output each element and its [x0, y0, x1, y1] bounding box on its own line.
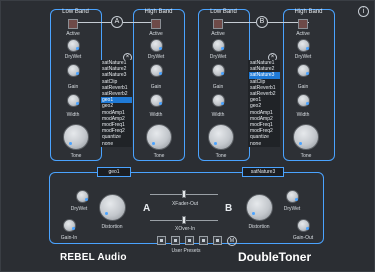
drywet-label: DryWet	[147, 54, 165, 60]
active-label: Active	[66, 31, 80, 37]
link-line-a-left	[76, 22, 111, 23]
gain-label: Gain	[212, 84, 224, 90]
gain-knob-a-low[interactable]	[67, 64, 80, 77]
preset-display-left[interactable]: geo1	[97, 167, 131, 177]
width-label: Width	[296, 112, 310, 118]
comparator-b-badge: B	[256, 16, 268, 28]
gain-in-label: Gain-In	[60, 235, 78, 241]
width-label: Width	[211, 112, 225, 118]
width-knob-b-high[interactable]	[297, 94, 310, 107]
drywet-knob-a-low[interactable]	[67, 39, 80, 52]
drywet-label: DryWet	[209, 54, 227, 60]
drywet-knob-left[interactable]	[76, 190, 89, 203]
product-name: DoubleToner	[238, 250, 312, 264]
active-toggle-b-low[interactable]	[213, 19, 223, 29]
tone-knob-b-high[interactable]	[293, 124, 319, 150]
info-button[interactable]: i	[358, 6, 369, 17]
tone-knob-a-low[interactable]	[63, 124, 89, 150]
distortion-label-right: Distortion	[248, 224, 270, 230]
user-presets-label: User Presets	[171, 248, 201, 254]
letter-a: A	[143, 203, 151, 214]
width-label: Width	[149, 112, 163, 118]
width-knob-a-low[interactable]	[67, 94, 80, 107]
gain-label: Gain	[150, 84, 162, 90]
width-knob-b-low[interactable]	[212, 94, 225, 107]
gain-label: Gain	[67, 84, 79, 90]
gain-knob-b-high[interactable]	[297, 64, 310, 77]
active-toggle-b-high[interactable]	[298, 19, 308, 29]
brand-logo: REBEL Audio	[60, 252, 127, 263]
gain-in-knob[interactable]	[63, 219, 76, 232]
drywet-label: DryWet	[294, 54, 312, 60]
drywet-knob-right[interactable]	[286, 190, 299, 203]
link-line-b-left	[224, 22, 256, 23]
band-label-a-low: Low Band	[62, 9, 89, 15]
active-toggle-a-high[interactable]	[151, 19, 161, 29]
tone-label: Tone	[300, 153, 312, 159]
tone-knob-a-high[interactable]	[146, 124, 172, 150]
user-preset-slot-4[interactable]	[199, 236, 208, 245]
width-label: Width	[66, 112, 80, 118]
comparator-a-badge: A	[111, 16, 123, 28]
tone-knob-b-low[interactable]	[208, 124, 234, 150]
active-toggle-a-low[interactable]	[68, 19, 78, 29]
distortion-knob-right[interactable]	[246, 194, 273, 221]
drywet-knob-a-high[interactable]	[150, 39, 163, 52]
band-label-a-high: High Band	[144, 9, 173, 15]
drywet-label: DryWet	[64, 54, 82, 60]
distortion-knob-left[interactable]	[99, 194, 126, 221]
letter-b: B	[225, 203, 233, 214]
tone-label: Tone	[70, 153, 82, 159]
drywet-label-right: DryWet	[283, 206, 301, 212]
active-label: Active	[149, 31, 163, 37]
gain-out-knob[interactable]	[297, 219, 310, 232]
xfader-label: XFader-Out	[171, 201, 199, 207]
active-label: Active	[211, 31, 225, 37]
xover-thumb[interactable]	[182, 216, 186, 224]
distortion-label-left: Distortion	[101, 224, 123, 230]
xfader-thumb[interactable]	[182, 190, 186, 198]
preset-display-right[interactable]: satNature3	[242, 167, 284, 177]
gain-knob-a-high[interactable]	[150, 64, 163, 77]
tone-label: Tone	[215, 153, 227, 159]
gain-label: Gain	[297, 84, 309, 90]
algorithm-list-right[interactable]: satNature1 satNature2 satNature3 satClip sat…	[248, 60, 280, 147]
m-button[interactable]: M	[227, 236, 237, 246]
active-label: Active	[296, 31, 310, 37]
drywet-knob-b-high[interactable]	[297, 39, 310, 52]
user-preset-slot-1[interactable]	[157, 236, 166, 245]
width-knob-a-high[interactable]	[150, 94, 163, 107]
drywet-label-left: DryWet	[70, 206, 88, 212]
tone-label: Tone	[153, 153, 165, 159]
gain-knob-b-low[interactable]	[212, 64, 225, 77]
user-preset-slot-3[interactable]	[185, 236, 194, 245]
band-label-b-high: High Band	[294, 9, 323, 15]
list-item[interactable]: none	[249, 141, 280, 147]
user-preset-slot-5[interactable]	[213, 236, 222, 245]
xover-label: XOver-In	[174, 226, 195, 232]
list-item[interactable]: none	[101, 141, 132, 147]
drywet-knob-b-low[interactable]	[212, 39, 225, 52]
user-preset-slot-2[interactable]	[171, 236, 180, 245]
algorithm-list-left[interactable]: satNature1 satNature2 satNature3 satClip sat…	[100, 60, 132, 147]
gain-out-label: Gain-Out	[292, 235, 314, 241]
band-label-b-low: Low Band	[210, 9, 237, 15]
